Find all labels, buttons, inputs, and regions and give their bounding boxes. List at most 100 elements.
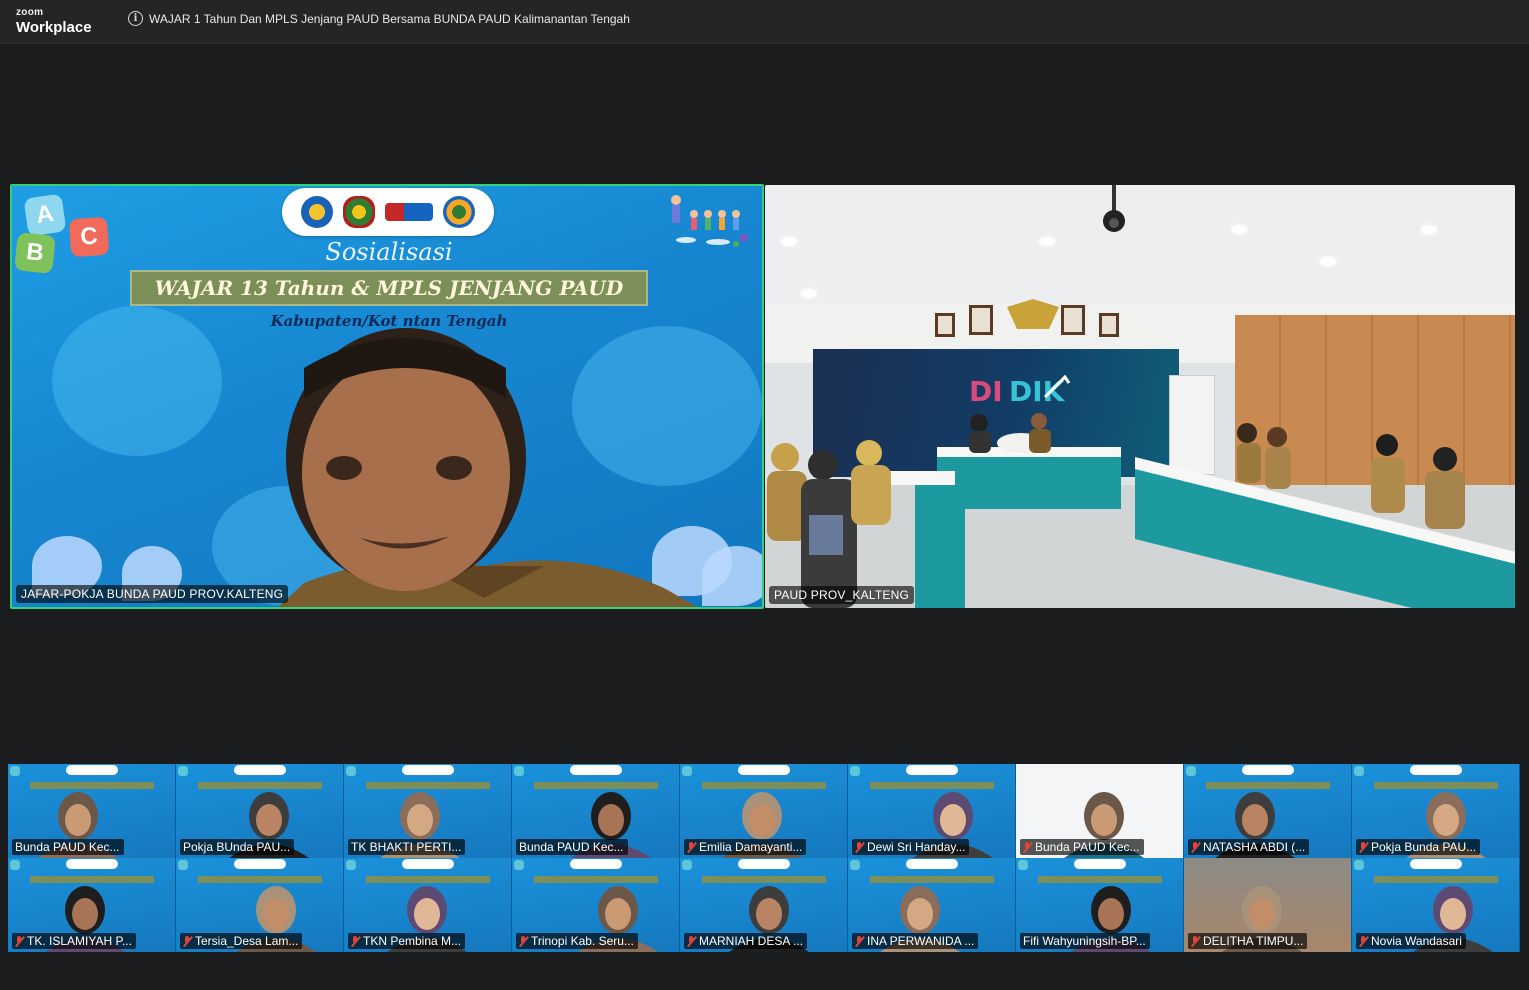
slide-heading: Sosialisasi — [325, 238, 453, 266]
kemendikbud-logo — [301, 196, 333, 228]
participant-name-tag: Trinopi Kab. Seru... — [516, 933, 638, 949]
mic-off-icon — [1359, 935, 1368, 947]
kalteng-crest-logo — [343, 196, 375, 228]
participant-name: Bunda PAUD Kec... — [1035, 840, 1140, 854]
participant-name-tag: TK. ISLAMIYAH P... — [12, 933, 136, 949]
participant-tile[interactable]: Pokja Bunda PAU... — [1352, 764, 1520, 858]
participant-name: Dewi Sri Handay... — [867, 840, 966, 854]
svg-text:DI: DI — [969, 375, 1003, 408]
participant-name-tag: Fifi Wahyuningsih-BP... — [1020, 933, 1150, 949]
mic-off-icon — [15, 935, 24, 947]
participant-tile[interactable]: INA PERWANIDA ... — [848, 858, 1016, 952]
title-bar: zoom Workplace i WAJAR 1 Tahun Dan MPLS … — [0, 0, 1529, 44]
participant-name-tag: TKN Pembina M... — [348, 933, 466, 949]
participant-name-tag: Novia Wandasari — [1356, 933, 1466, 949]
participant-name-tag: Tersia_Desa Lam... — [180, 933, 303, 949]
speaker-name-tag: JAFAR-POKJA BUNDA PAUD PROV.KALTENG — [16, 585, 289, 603]
participant-tile[interactable]: TKN Pembina M... — [344, 858, 512, 952]
participant-name: TK. ISLAMIYAH P... — [27, 934, 132, 948]
svg-text:DIK: DIK — [1009, 375, 1066, 408]
participant-name: TKN Pembina M... — [363, 934, 462, 948]
participant-tile[interactable]: TK. ISLAMIYAH P... — [8, 858, 176, 952]
participant-tile[interactable]: Trinopi Kab. Seru... — [512, 858, 680, 952]
participant-name: Bunda PAUD Kec... — [15, 840, 120, 854]
participant-tile[interactable]: TK BHAKTI PERTI... — [344, 764, 512, 858]
participant-name: Fifi Wahyuningsih-BP... — [1023, 934, 1146, 948]
ceiling-light — [1231, 225, 1247, 234]
participant-tile[interactable]: Dewi Sri Handay... — [848, 764, 1016, 858]
mic-off-icon — [183, 935, 192, 947]
participant-name: Trinopi Kab. Seru... — [531, 934, 634, 948]
mic-off-icon — [351, 935, 360, 947]
wall-portraits — [933, 295, 1133, 345]
participant-name: Pokja BUnda PAU... — [183, 840, 291, 854]
participant-tile[interactable]: Bunda PAUD Kec... — [512, 764, 680, 858]
mic-off-icon — [687, 935, 696, 947]
participant-name: Emilia Damayanti... — [699, 840, 803, 854]
attendees-left — [765, 435, 945, 608]
attendees-head-table — [961, 407, 1081, 457]
participant-name-tag: Bunda PAUD Kec... — [516, 839, 628, 855]
participant-tile[interactable]: Tersia_Desa Lam... — [176, 858, 344, 952]
mic-off-icon — [855, 841, 864, 853]
participant-tile[interactable]: Bunda PAUD Kec... — [8, 764, 176, 858]
participant-gallery: Bunda PAUD Kec... Pokja BUnda PAU... TK BH… — [8, 764, 1520, 952]
abc-block-a: A — [23, 193, 67, 237]
ceiling-light — [801, 289, 817, 298]
participant-name-tag: DELITHA TIMPU... — [1188, 933, 1308, 949]
participant-name-tag: Bunda PAUD Kec... — [12, 839, 124, 855]
participant-name: MARNIAH DESA ... — [699, 934, 804, 948]
ceiling-light — [1320, 257, 1336, 266]
mic-off-icon — [855, 935, 864, 947]
institution-logos — [282, 188, 494, 236]
ceiling-camera — [1099, 185, 1129, 237]
participant-tile[interactable]: NATASHA ABDI (... — [1184, 764, 1352, 858]
room-video[interactable]: DI DIK PAUD PROV_KALTENG — [765, 185, 1515, 608]
participant-name: INA PERWANIDA ... — [867, 934, 975, 948]
participant-name-tag: Pokja BUnda PAU... — [180, 839, 295, 855]
participant-name: DELITHA TIMPU... — [1203, 934, 1304, 948]
participant-name-tag: Emilia Damayanti... — [684, 839, 807, 855]
participant-tile[interactable]: MARNIAH DESA ... — [680, 858, 848, 952]
room-name-tag: PAUD PROV_KALTENG — [769, 586, 914, 604]
participant-name: Tersia_Desa Lam... — [195, 934, 299, 948]
participant-name: Pokja Bunda PAU... — [1371, 840, 1477, 854]
ceiling-light — [781, 237, 797, 246]
ceiling — [765, 185, 1515, 303]
participant-name: NATASHA ABDI (... — [1203, 840, 1306, 854]
participant-name-tag: Pokja Bunda PAU... — [1356, 839, 1481, 855]
participant-tile[interactable]: Fifi Wahyuningsih-BP... — [1016, 858, 1184, 952]
participant-tile[interactable]: DELITHA TIMPU... — [1184, 858, 1352, 952]
participant-name-tag: Dewi Sri Handay... — [852, 839, 970, 855]
mic-off-icon — [1023, 841, 1032, 853]
participant-tile[interactable]: Emilia Damayanti... — [680, 764, 848, 858]
participant-name-tag: NATASHA ABDI (... — [1188, 839, 1310, 855]
info-icon[interactable]: i — [128, 11, 143, 26]
speaker-video[interactable]: A B C Sosialisasi WAJAR 13 Tahun & MPLS … — [10, 184, 764, 609]
participant-name-tag: Bunda PAUD Kec... — [1020, 839, 1144, 855]
participant-name-tag: INA PERWANIDA ... — [852, 933, 979, 949]
participant-name-tag: TK BHAKTI PERTI... — [348, 839, 466, 855]
air-conditioner — [1169, 375, 1215, 475]
brand-zoom-text: zoom — [16, 7, 44, 18]
ceiling-light — [1039, 237, 1055, 246]
participant-tile[interactable]: Pokja BUnda PAU... — [176, 764, 344, 858]
brand-workplace-text: Workplace — [16, 19, 92, 36]
mic-off-icon — [519, 935, 528, 947]
mic-off-icon — [1191, 841, 1200, 853]
paud-logo — [443, 196, 475, 228]
participant-name-tag: MARNIAH DESA ... — [684, 933, 808, 949]
participant-name: Novia Wandasari — [1371, 934, 1462, 948]
participant-tile[interactable]: Bunda PAUD Kec... — [1016, 764, 1184, 858]
participant-name: TK BHAKTI PERTI... — [351, 840, 462, 854]
attendees-right — [1235, 421, 1515, 531]
meeting-title: WAJAR 1 Tahun Dan MPLS Jenjang PAUD Bers… — [149, 11, 630, 26]
participant-tile[interactable]: Novia Wandasari — [1352, 858, 1520, 952]
disdik-logo — [385, 203, 433, 221]
mic-off-icon — [1191, 935, 1200, 947]
zoom-workplace-logo: zoom Workplace — [16, 7, 92, 36]
speaker-person — [274, 298, 704, 607]
ceiling-light — [1421, 225, 1437, 234]
meeting-info: i WAJAR 1 Tahun Dan MPLS Jenjang PAUD Be… — [128, 11, 630, 26]
participant-name: Bunda PAUD Kec... — [519, 840, 624, 854]
